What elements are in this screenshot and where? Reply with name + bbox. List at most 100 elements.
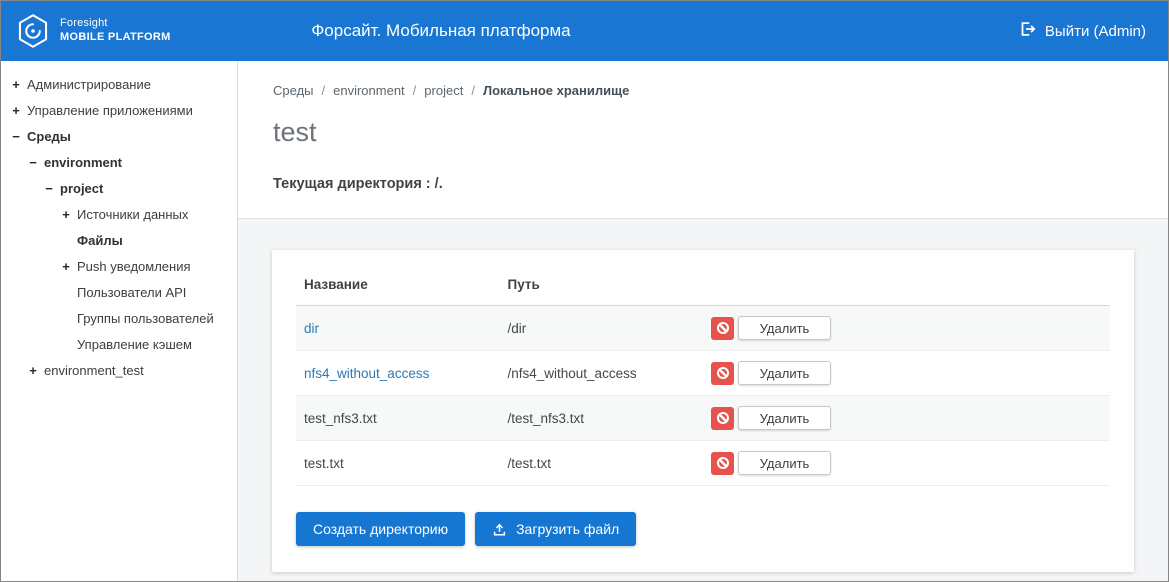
entry-name: test_nfs3.txt [304, 411, 377, 426]
entry-actions-cell: Удалить [703, 396, 1110, 441]
logout-button[interactable]: Выйти (Admin) [1018, 20, 1146, 42]
upload-file-button[interactable]: Загрузить файл [475, 512, 636, 546]
entry-path: /test.txt [500, 441, 704, 486]
sidebar-item-label: Файлы [77, 233, 123, 248]
delete-button[interactable]: Удалить [738, 361, 831, 385]
sidebar-item-управление-кэшем[interactable]: Управление кэшем [1, 331, 237, 357]
sidebar-item-файлы[interactable]: Файлы [1, 227, 237, 253]
sidebar-tree: +Администрирование+Управление приложения… [1, 61, 238, 581]
expand-plus-icon[interactable]: + [26, 364, 40, 377]
card-actions: Создать директорию Загрузить файл [296, 512, 1110, 546]
sidebar-item-группы-пользователей[interactable]: Группы пользователей [1, 305, 237, 331]
storage-card: Название Путь dir/dirУдалитьnfs4_without… [272, 250, 1134, 572]
storage-table-head: Название Путь [296, 264, 1110, 306]
entry-actions-cell: Удалить [703, 351, 1110, 396]
entry-path: /nfs4_without_access [500, 351, 704, 396]
prohibit-icon[interactable] [711, 362, 734, 385]
no-entry-sign [717, 367, 729, 379]
sidebar-item-label: environment_test [44, 363, 144, 378]
entry-actions-cell: Удалить [703, 441, 1110, 486]
sidebar-item-источники-данных[interactable]: + Источники данных [1, 201, 237, 227]
entry-name: test.txt [304, 456, 344, 471]
delete-group: Удалить [711, 361, 831, 385]
sidebar-item-label: environment [44, 155, 122, 170]
sidebar-item-label: Управление кэшем [77, 337, 192, 352]
delete-group: Удалить [711, 451, 831, 475]
logout-icon [1018, 20, 1036, 42]
upload-icon [492, 522, 507, 537]
expand-plus-icon[interactable]: + [9, 78, 23, 91]
foresight-logo-icon [15, 13, 51, 49]
table-row: test_nfs3.txt/test_nfs3.txt Удалить [296, 396, 1110, 441]
expand-plus-icon[interactable]: + [59, 208, 73, 221]
logo-text: Foresight MOBILE PLATFORM [60, 17, 171, 45]
delete-button[interactable]: Удалить [738, 316, 831, 340]
column-header-actions [703, 264, 1110, 306]
entry-name-cell: test.txt [296, 441, 500, 486]
sidebar-item-environment_test[interactable]: + environment_test [1, 357, 237, 383]
sidebar-item-label: Группы пользователей [77, 311, 214, 326]
breadcrumb-link[interactable]: Среды [273, 83, 314, 98]
breadcrumb-separator: / [413, 83, 417, 98]
entry-actions-cell: Удалить [703, 306, 1110, 351]
sidebar-item-push-уведомления[interactable]: + Push уведомления [1, 253, 237, 279]
no-entry-sign [717, 322, 729, 334]
collapse-minus-icon[interactable]: − [26, 156, 40, 169]
page-header: Среды/environment/project/Локальное хран… [238, 61, 1168, 219]
expand-plus-icon[interactable]: + [9, 104, 23, 117]
current-directory-label: Текущая директория : /. [273, 176, 1133, 192]
entry-path: /dir [500, 306, 704, 351]
sidebar-item-label: Пользователи API [77, 285, 186, 300]
sidebar-item-label: Источники данных [77, 207, 188, 222]
sidebar-item-label: Среды [27, 129, 71, 144]
breadcrumb: Среды/environment/project/Локальное хран… [273, 83, 1133, 98]
column-header-name: Название [296, 264, 500, 306]
table-row: dir/dir Удалить [296, 306, 1110, 351]
sidebar-item-среды[interactable]: −Среды [1, 123, 237, 149]
delete-button[interactable]: Удалить [738, 406, 831, 430]
column-header-path: Путь [500, 264, 704, 306]
top-bar: Foresight MOBILE PLATFORM Форсайт. Мобил… [1, 1, 1168, 61]
logo-title: Foresight [60, 17, 171, 31]
storage-table-body: dir/dirУдалитьnfs4_without_access/nfs4_w… [296, 306, 1110, 486]
table-row: nfs4_without_access/nfs4_without_access У… [296, 351, 1110, 396]
sidebar-item-project[interactable]: −project [1, 175, 237, 201]
sidebar-item-label: Push уведомления [77, 259, 191, 274]
logout-label: Выйти (Admin) [1045, 23, 1146, 40]
delete-group: Удалить [711, 316, 831, 340]
collapse-minus-icon[interactable]: − [42, 182, 56, 195]
prohibit-icon[interactable] [711, 452, 734, 475]
no-entry-sign [717, 457, 729, 469]
sidebar-item-пользователи-api[interactable]: Пользователи API [1, 279, 237, 305]
sidebar-item-администрирование[interactable]: +Администрирование [1, 71, 237, 97]
breadcrumb-link[interactable]: environment [333, 83, 405, 98]
page-title: test [273, 117, 1133, 148]
breadcrumb-separator: / [471, 83, 475, 98]
sidebar-item-environment[interactable]: −environment [1, 149, 237, 175]
prohibit-icon[interactable] [711, 407, 734, 430]
entry-name-link[interactable]: nfs4_without_access [304, 366, 429, 381]
foresight-logo: Foresight MOBILE PLATFORM [1, 13, 171, 49]
breadcrumb-link[interactable]: project [424, 83, 463, 98]
delete-group: Удалить [711, 406, 831, 430]
main-layout: +Администрирование+Управление приложения… [1, 61, 1168, 581]
entry-name-cell: dir [296, 306, 500, 351]
app-title: Форсайт. Мобильная платформа [311, 21, 570, 41]
entry-name-link[interactable]: dir [304, 321, 319, 336]
sidebar-item-label: project [60, 181, 103, 196]
expand-plus-icon[interactable]: + [59, 260, 73, 273]
content-area: Название Путь dir/dirУдалитьnfs4_without… [238, 219, 1168, 581]
create-directory-button[interactable]: Создать директорию [296, 512, 465, 546]
prohibit-icon[interactable] [711, 317, 734, 340]
no-entry-sign [717, 412, 729, 424]
entry-name-cell: nfs4_without_access [296, 351, 500, 396]
breadcrumb-separator: / [322, 83, 326, 98]
sidebar-item-label: Управление приложениями [27, 103, 193, 118]
header-row: Название Путь [296, 264, 1110, 306]
delete-button[interactable]: Удалить [738, 451, 831, 475]
entry-path: /test_nfs3.txt [500, 396, 704, 441]
create-directory-label: Создать директорию [313, 521, 448, 537]
sidebar-item-управление-приложениями[interactable]: + Управление приложениями [1, 97, 237, 123]
logo-subtitle: MOBILE PLATFORM [60, 31, 171, 45]
collapse-minus-icon[interactable]: − [9, 130, 23, 143]
